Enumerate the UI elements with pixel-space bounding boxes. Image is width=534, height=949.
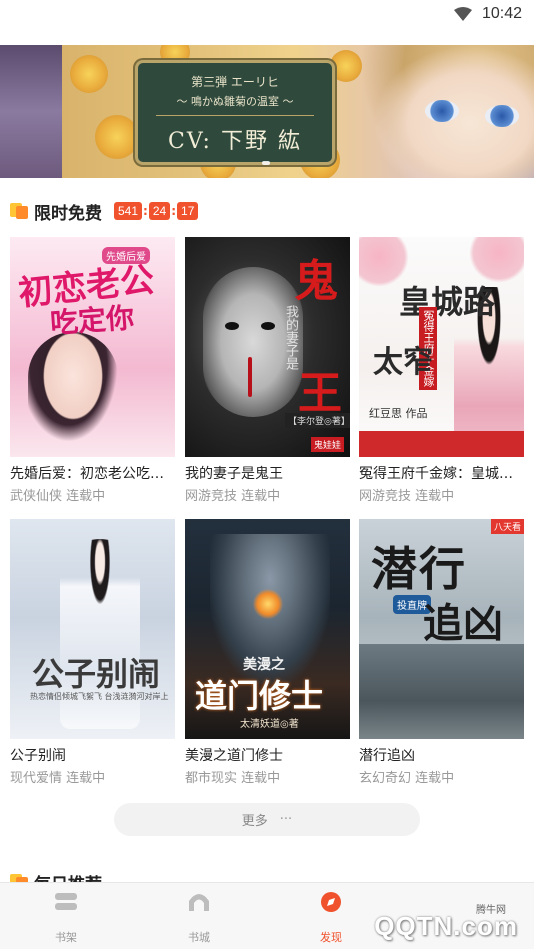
cover-art-city <box>359 644 524 739</box>
more-ellipsis-icon: ··· <box>279 812 293 827</box>
cover-author: 【李尔登◎著】 <box>285 413 350 428</box>
cover-title: 王 <box>298 368 342 419</box>
status-time: 10:42 <box>481 5 522 22</box>
cover-publisher: 鬼娃娃 <box>310 437 344 452</box>
book-category: 现代爱情 <box>10 771 63 786</box>
book-status: 连载中 <box>415 771 455 786</box>
cover-author: 红豆思 作品 <box>369 407 428 420</box>
banner-line-3: CV: 下野 紘 <box>168 129 302 154</box>
book-meta: 网游竞技 连载中 <box>359 485 524 504</box>
banner-line-2: ～ 鳴かぬ雛菊の温室 ～ <box>176 95 294 108</box>
book-cover[interactable]: 八天看 潜行 投直牌 追凶 <box>359 519 524 739</box>
bookshelf-icon <box>55 893 77 910</box>
book-meta: 玄幻奇幻 连载中 <box>359 767 524 786</box>
book-status: 连载中 <box>415 489 455 504</box>
timer-minutes: 24 <box>148 202 171 220</box>
cover-title: 吃定你 <box>49 301 136 340</box>
cover-author: 太清妖道◎著 <box>240 719 299 730</box>
cover-title: 道门修士 <box>195 677 324 715</box>
nav-label: 书城 <box>188 931 210 944</box>
more-button[interactable]: 更多 ··· <box>114 803 420 836</box>
timer-seconds: 17 <box>177 202 199 220</box>
cover-title: 追凶 <box>423 600 503 647</box>
nav-tab-bookshelf[interactable]: 书架 <box>26 891 106 945</box>
cover-title: 公子别闹 <box>32 655 161 693</box>
book-status: 连载中 <box>241 489 281 504</box>
book-card[interactable]: 皇城路 冤得王府千金嫁 太窄 红豆思 作品 冤得王府千金嫁：皇城太窄路 网游竞技… <box>359 237 524 504</box>
banner-flower <box>70 55 108 93</box>
free-section-title: 限时免费 <box>34 203 102 224</box>
book-meta: 武侠仙侠 连载中 <box>10 485 175 504</box>
book-cover[interactable]: 皇城路 冤得王府千金嫁 太窄 红豆思 作品 <box>359 237 524 457</box>
book-title[interactable]: 我的妻子是鬼王 <box>185 463 350 483</box>
book-card[interactable]: 美漫之 道门修士 太清妖道◎著 美漫之道门修士 都市现实 连载中 <box>185 519 350 786</box>
banner-line-1: 第三弾 エーリヒ <box>191 75 279 89</box>
nav-tab-bookstore[interactable]: 书城 <box>159 891 239 945</box>
book-meta: 现代爱情 连载中 <box>10 767 175 786</box>
book-category: 网游竞技 <box>185 489 238 504</box>
book-status: 连载中 <box>66 771 106 786</box>
book-card[interactable]: 先婚后爱 初恋老公 吃定你 先婚后爱：初恋老公吃定你 武侠仙侠 连载中 <box>10 237 175 504</box>
book-title[interactable]: 美漫之道门修士 <box>185 745 350 765</box>
cover-art-glow <box>253 589 283 619</box>
cover-title: 潜行 <box>371 542 467 596</box>
cover-corner-label: 八天看 <box>490 519 524 534</box>
book-card[interactable]: 公子别闹 热恋情侣倾城飞絮飞 台浅涟漪河对岸上 公子别闹 现代爱情 连载中 <box>10 519 175 786</box>
nav-label: 书架 <box>55 931 77 944</box>
book-meta: 都市现实 连载中 <box>185 767 350 786</box>
book-status: 连载中 <box>66 489 106 504</box>
book-category: 武侠仙侠 <box>10 489 63 504</box>
banner-divider <box>156 115 314 116</box>
promo-banner[interactable]: 第三弾 エーリヒ ～ 鳴かぬ雛菊の温室 ～ CV: 下野 紘 <box>0 45 534 178</box>
free-section-header: 限时免费 541 : 24 : 17 <box>10 198 199 224</box>
book-cover[interactable]: 公子别闹 热恋情侣倾城飞絮飞 台浅涟漪河对岸上 <box>10 519 175 739</box>
banner-page-indicator[interactable] <box>262 161 270 165</box>
book-category: 都市现实 <box>185 771 238 786</box>
book-card[interactable]: 鬼 我的妻子是 王 【李尔登◎著】 鬼娃娃 我的妻子是鬼王 网游竞技 连载中 <box>185 237 350 504</box>
book-category: 玄幻奇幻 <box>359 771 412 786</box>
book-cover[interactable]: 鬼 我的妻子是 王 【李尔登◎著】 鬼娃娃 <box>185 237 350 457</box>
book-title[interactable]: 先婚后爱：初恋老公吃定你 <box>10 463 175 483</box>
book-title[interactable]: 公子别闹 <box>10 745 175 765</box>
book-category: 网游竞技 <box>359 489 412 504</box>
countdown-timer: 541 : 24 : 17 <box>114 202 199 220</box>
timer-hours: 541 <box>114 202 143 220</box>
book-cover[interactable]: 先婚后爱 初恋老公 吃定你 <box>10 237 175 457</box>
cover-art-figure <box>28 332 118 442</box>
cover-bottom-bar <box>359 431 524 457</box>
book-card[interactable]: 八天看 潜行 投直牌 追凶 潜行追凶 玄幻奇幻 连载中 <box>359 519 524 786</box>
book-meta: 网游竞技 连载中 <box>185 485 350 504</box>
section-book-icon <box>10 203 28 219</box>
cover-title: 鬼 <box>294 256 338 307</box>
timer-separator: : <box>171 204 177 218</box>
book-cover[interactable]: 美漫之 道门修士 太清妖道◎著 <box>185 519 350 739</box>
cover-title: 太窄 <box>373 345 433 380</box>
banner-title-plate: 第三弾 エーリヒ ～ 鳴かぬ雛菊の温室 ～ CV: 下野 紘 <box>135 60 335 165</box>
book-title[interactable]: 冤得王府千金嫁：皇城太窄路 <box>359 463 524 483</box>
more-button-label: 更多 <box>241 814 268 829</box>
site-watermark: 腾牛网 QQTN.com <box>314 895 524 945</box>
wifi-icon <box>454 7 472 21</box>
book-title[interactable]: 潜行追凶 <box>359 745 524 765</box>
timer-separator: : <box>143 204 148 218</box>
banner-left-art <box>0 45 62 178</box>
cover-art-blood <box>248 357 252 397</box>
status-bar: 10:42 <box>0 0 534 30</box>
book-status: 连载中 <box>241 771 281 786</box>
watermark-logo-text: QQTN.com <box>374 911 518 941</box>
cover-subtitle: 热恋情侣倾城飞絮飞 台浅涟漪河对岸上 <box>30 692 169 701</box>
cover-art-eyes <box>225 322 285 332</box>
banner-character-eye <box>425 100 459 122</box>
bookstore-icon <box>189 894 209 911</box>
banner-character-eye <box>485 105 519 127</box>
cover-title: 皇城路 <box>399 283 496 321</box>
banner-flower <box>95 115 139 159</box>
